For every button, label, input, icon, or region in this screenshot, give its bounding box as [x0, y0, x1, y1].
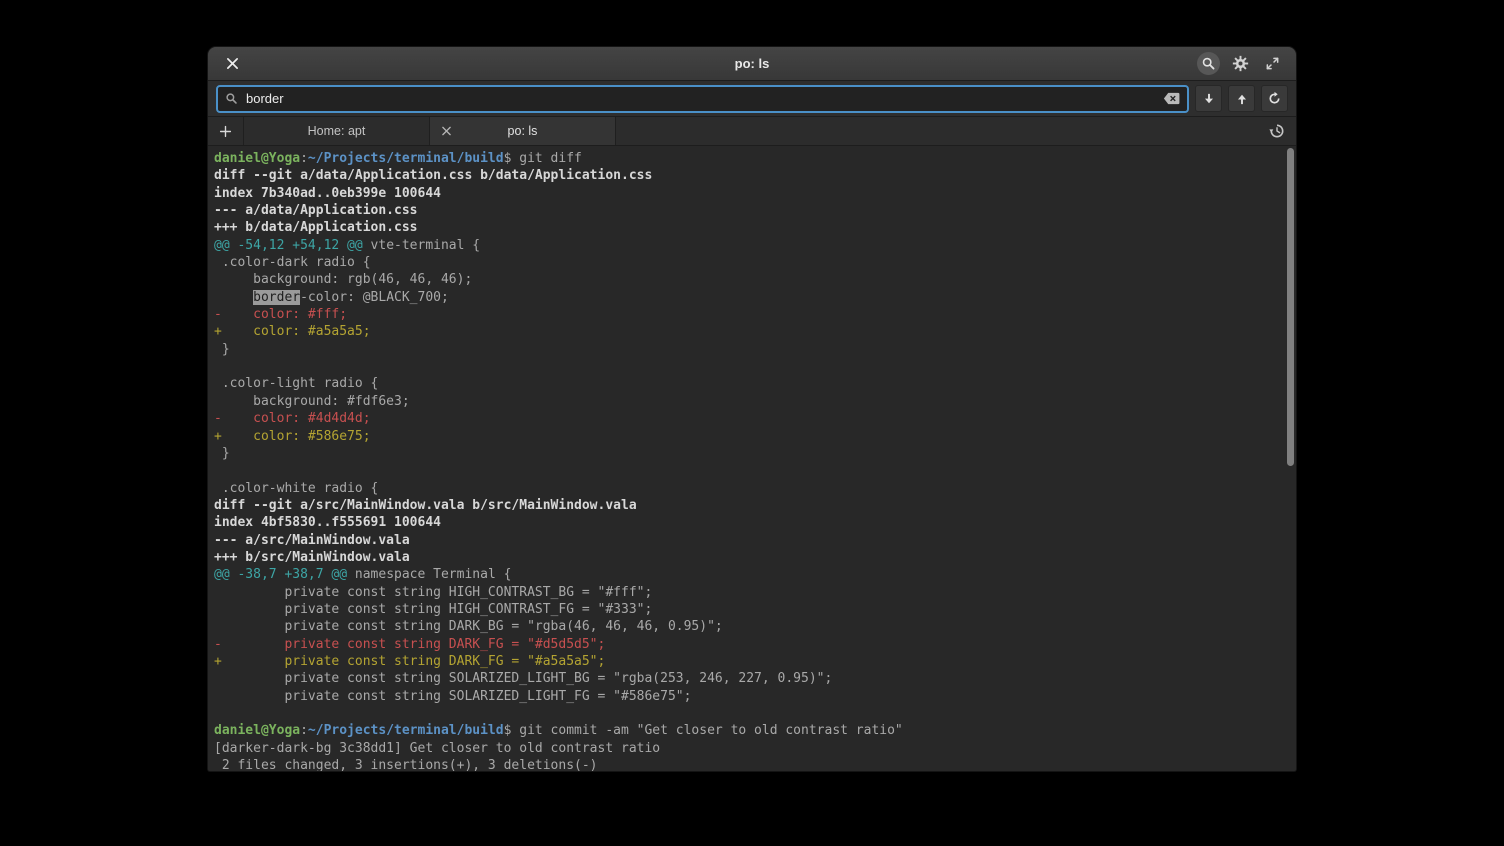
- terminal-line: - color: #fff;: [214, 306, 1290, 323]
- terminal-line: private const string SOLARIZED_LIGHT_FG …: [214, 688, 1290, 705]
- terminal-line: @@ -54,12 +54,12 @@ vte-terminal {: [214, 237, 1290, 254]
- terminal-line: @@ -38,7 +38,7 @@ namespace Terminal {: [214, 566, 1290, 583]
- terminal-line: [darker-dark-bg 3c38dd1] Get closer to o…: [214, 740, 1290, 757]
- settings-button[interactable]: [1228, 52, 1252, 76]
- terminal-line: background: rgb(46, 46, 46);: [214, 271, 1290, 288]
- tab-home-apt[interactable]: Home: apt: [244, 117, 430, 145]
- search-input[interactable]: [244, 90, 1157, 107]
- terminal-line: private const string HIGH_CONTRAST_FG = …: [214, 601, 1290, 618]
- close-icon: [226, 57, 239, 70]
- terminal-line: index 4bf5830..f555691 100644: [214, 514, 1290, 531]
- window-title: po: ls: [208, 56, 1296, 71]
- terminal-line: + private const string DARK_FG = "#a5a5a…: [214, 653, 1290, 670]
- search-icon: [1201, 56, 1216, 71]
- search-field: [216, 85, 1189, 113]
- tab-list: Home: apt po: ls: [244, 117, 616, 145]
- terminal-line: [214, 358, 1290, 375]
- terminal-line: - color: #4d4d4d;: [214, 410, 1290, 427]
- terminal-line: index 7b340ad..0eb399e 100644: [214, 185, 1290, 202]
- terminal-line: }: [214, 341, 1290, 358]
- search-bar: [208, 81, 1296, 117]
- tab-close-icon[interactable]: [442, 127, 451, 136]
- gear-icon: [1232, 55, 1249, 72]
- terminal-line: daniel@Yoga:~/Projects/terminal/build$ g…: [214, 150, 1290, 167]
- fullscreen-button[interactable]: [1260, 52, 1284, 76]
- arrow-up-icon: [1235, 92, 1249, 106]
- arrow-down-icon: [1202, 92, 1216, 106]
- terminal-line: daniel@Yoga:~/Projects/terminal/build$ g…: [214, 722, 1290, 739]
- tab-label: Home: apt: [308, 124, 366, 138]
- terminal-line: .color-white radio {: [214, 480, 1290, 497]
- history-icon: [1269, 123, 1285, 139]
- fullscreen-icon: [1265, 56, 1280, 71]
- terminal-line: --- a/src/MainWindow.vala: [214, 532, 1290, 549]
- plus-icon: [219, 125, 232, 138]
- terminal-line: 2 files changed, 3 insertions(+), 3 dele…: [214, 757, 1290, 771]
- terminal-line: }: [214, 445, 1290, 462]
- search-icon: [225, 92, 238, 105]
- terminal-window: po: ls: [208, 47, 1296, 771]
- terminal-viewport[interactable]: daniel@Yoga:~/Projects/terminal/build$ g…: [208, 146, 1296, 771]
- terminal-line: +++ b/src/MainWindow.vala: [214, 549, 1290, 566]
- terminal-line: + color: #586e75;: [214, 428, 1290, 445]
- desktop-background: po: ls: [0, 0, 1504, 846]
- search-next-button[interactable]: [1195, 85, 1222, 112]
- cycle-icon: [1267, 91, 1282, 106]
- titlebar-actions: [1197, 52, 1284, 76]
- terminal-line: +++ b/data/Application.css: [214, 219, 1290, 236]
- tab-bar: Home: apt po: ls: [208, 117, 1296, 146]
- terminal-output: daniel@Yoga:~/Projects/terminal/build$ g…: [208, 146, 1296, 771]
- terminal-line: diff --git a/src/MainWindow.vala b/src/M…: [214, 497, 1290, 514]
- history-button[interactable]: [1258, 117, 1296, 145]
- terminal-line: [214, 462, 1290, 479]
- search-toggle-button[interactable]: [1197, 52, 1220, 75]
- terminal-line: + color: #a5a5a5;: [214, 323, 1290, 340]
- new-tab-button[interactable]: [208, 117, 244, 145]
- terminal-line: private const string DARK_BG = "rgba(46,…: [214, 618, 1290, 635]
- terminal-line: private const string HIGH_CONTRAST_BG = …: [214, 584, 1290, 601]
- titlebar[interactable]: po: ls: [208, 47, 1296, 81]
- terminal-line: border-color: @BLACK_700;: [214, 289, 1290, 306]
- terminal-line: .color-dark radio {: [214, 254, 1290, 271]
- terminal-line: - private const string DARK_FG = "#d5d5d…: [214, 636, 1290, 653]
- search-previous-button[interactable]: [1228, 85, 1255, 112]
- clear-search-icon[interactable]: [1163, 92, 1180, 105]
- tab-po-ls[interactable]: po: ls: [430, 117, 616, 145]
- terminal-line: [214, 705, 1290, 722]
- terminal-line: background: #fdf6e3;: [214, 393, 1290, 410]
- tab-label: po: ls: [508, 124, 538, 138]
- close-button[interactable]: [220, 52, 244, 76]
- search-wrap-button[interactable]: [1261, 85, 1288, 112]
- scrollbar-thumb[interactable]: [1287, 148, 1294, 466]
- terminal-line: diff --git a/data/Application.css b/data…: [214, 167, 1290, 184]
- terminal-line: .color-light radio {: [214, 375, 1290, 392]
- scrollbar[interactable]: [1285, 146, 1296, 771]
- terminal-line: private const string SOLARIZED_LIGHT_BG …: [214, 670, 1290, 687]
- terminal-line: --- a/data/Application.css: [214, 202, 1290, 219]
